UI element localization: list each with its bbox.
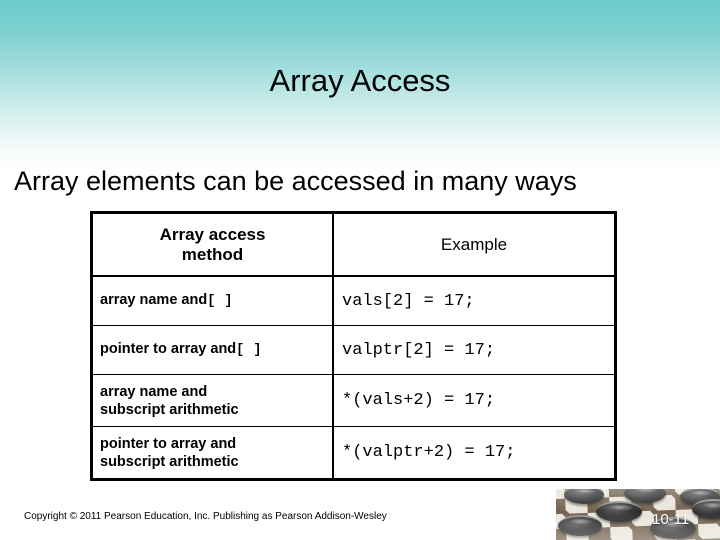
method-code: [ ]: [236, 343, 262, 358]
method-text-line2: subscript arithmetic: [100, 453, 239, 470]
table-cell-method: pointer to array and[ ]: [90, 325, 334, 375]
method-text-line2: subscript arithmetic: [100, 401, 239, 418]
table-cell-example: *(valptr+2) = 17;: [333, 426, 617, 481]
method-text: pointer to array and: [100, 341, 237, 357]
method-description: pointer to array and subscript arithmeti…: [93, 433, 332, 473]
column-header-method-line1: Array access: [159, 224, 266, 244]
column-header-method: Array access method: [90, 211, 334, 277]
page-number: 10-11: [652, 511, 690, 528]
table-cell-method: pointer to array and subscript arithmeti…: [90, 426, 334, 481]
checkers-board-photo: 10-11: [556, 489, 720, 540]
table-row: pointer to array and[ ] valptr[2] = 17;: [90, 325, 617, 375]
table-cell-method: array name and[ ]: [90, 275, 334, 326]
table-header-row: Array access method Example: [90, 211, 617, 277]
table-row: pointer to array and subscript arithmeti…: [90, 426, 617, 481]
column-header-method-line2: method: [181, 244, 244, 264]
array-access-table: Array access method Example array name a…: [90, 211, 617, 481]
page-title: Array Access: [269, 63, 451, 98]
copyright-notice: Copyright © 2011 Pearson Education, Inc.…: [24, 511, 387, 522]
slide: Array Access Array elements can be acces…: [0, 0, 720, 540]
example-code: valptr[2] = 17;: [342, 340, 496, 360]
example-code: vals[2] = 17;: [342, 291, 475, 311]
table-cell-example: vals[2] = 17;: [333, 275, 617, 326]
column-header-example: Example: [333, 211, 617, 277]
column-header-example-label: Example: [440, 234, 508, 254]
slide-subtitle: Array elements can be accessed in many w…: [14, 166, 577, 196]
method-code: [ ]: [207, 294, 234, 309]
table-cell-example: *(vals+2) = 17;: [333, 374, 617, 427]
example-code: *(valptr+2) = 17;: [342, 443, 516, 462]
table-body: array name and[ ] vals[2] = 17; pointer …: [90, 275, 617, 481]
table-header: Array access method Example: [90, 211, 617, 277]
table-row: array name and subscript arithmetic *(va…: [90, 374, 617, 427]
method-text: pointer to array and: [100, 435, 237, 452]
table-cell-example: valptr[2] = 17;: [333, 325, 617, 375]
table-row: array name and[ ] vals[2] = 17;: [90, 275, 617, 326]
method-description: array name and[ ]: [93, 289, 332, 313]
example-code: *(vals+2) = 17;: [342, 391, 496, 410]
table-cell-method: array name and subscript arithmetic: [90, 374, 334, 427]
photo-overlay: [556, 489, 720, 540]
method-description: pointer to array and[ ]: [93, 338, 332, 362]
method-text: array name and: [100, 292, 208, 308]
method-text: array name and: [100, 383, 208, 400]
method-description: array name and subscript arithmetic: [93, 381, 332, 421]
